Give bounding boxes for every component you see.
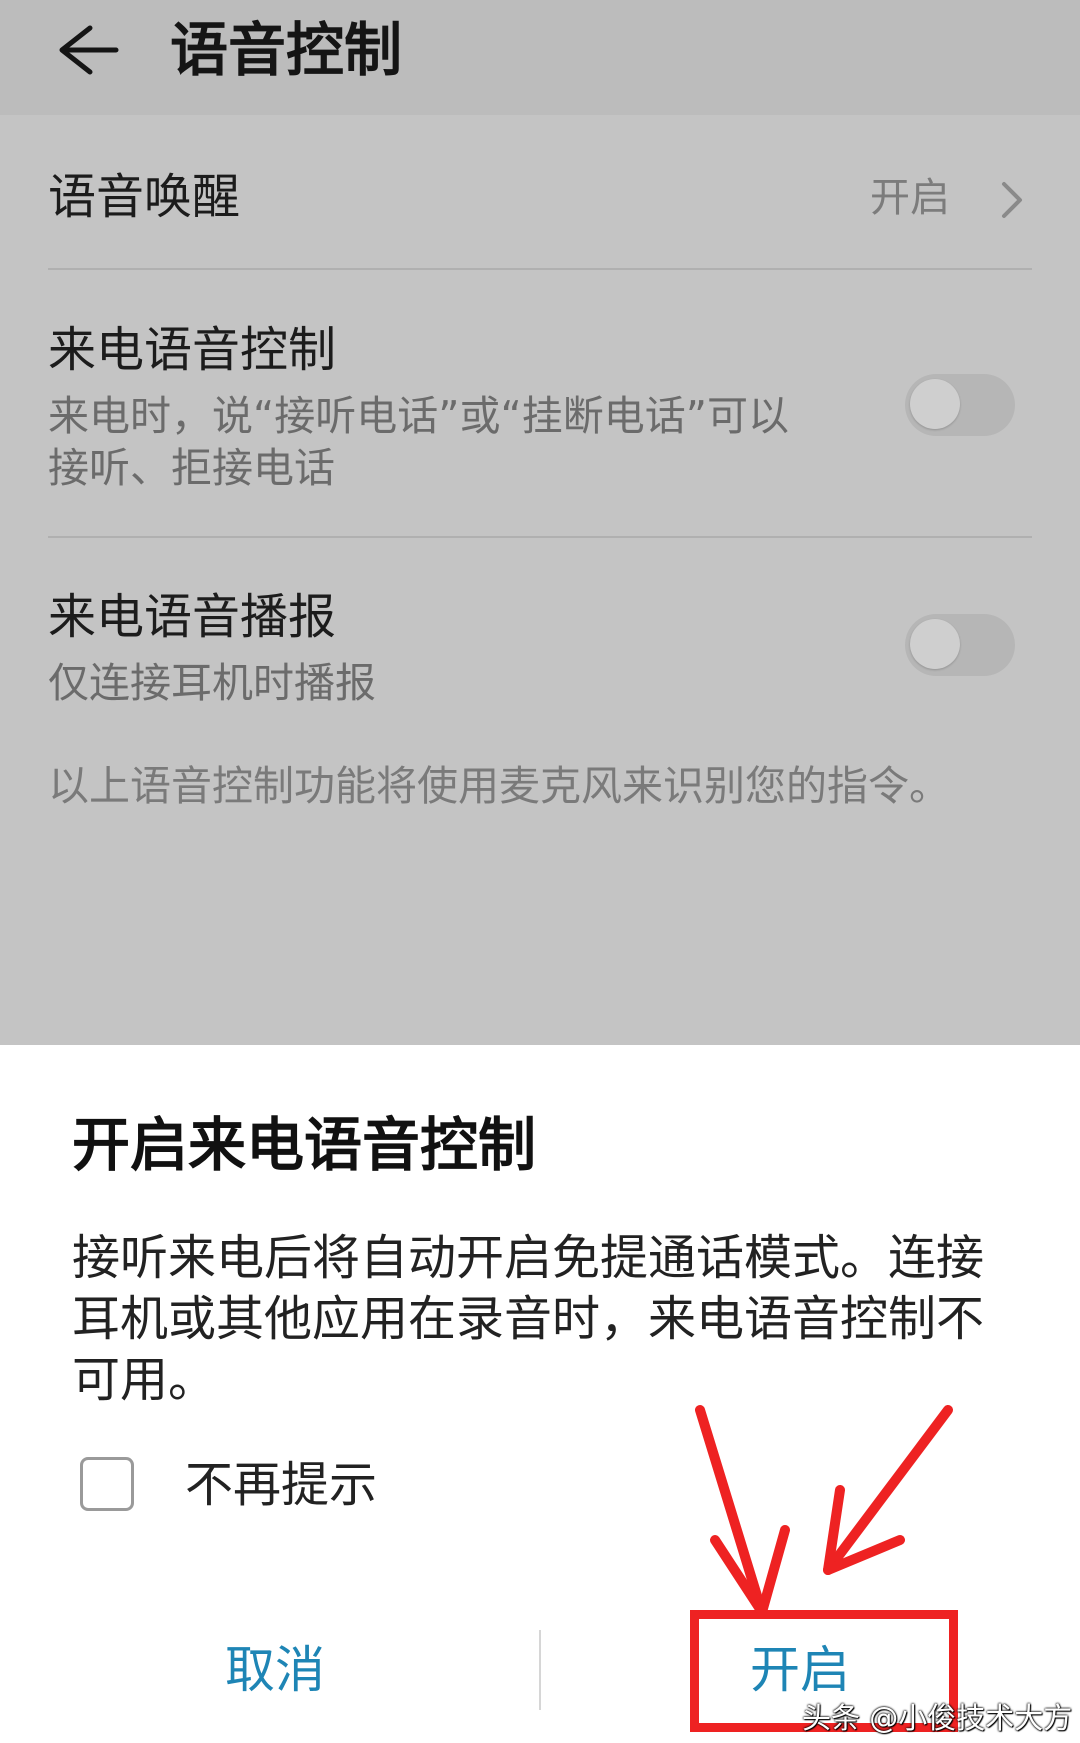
divider <box>48 536 1032 538</box>
button-divider <box>539 1630 541 1710</box>
microphone-note: 以上语音控制功能将使用麦克风来识别您的指令。 <box>48 762 950 810</box>
toggle-knob <box>910 619 960 669</box>
back-arrow-icon[interactable] <box>50 20 120 80</box>
dialog-message: 接听来电后将自动开启免提通话模式。连接耳机或其他应用在录音时，来电语音控制不可用… <box>72 1230 985 1408</box>
dont-remind-checkbox[interactable] <box>80 1457 134 1511</box>
call-control-toggle[interactable] <box>905 374 1015 436</box>
app-bar: 语音控制 <box>0 0 1080 115</box>
call-control-subtitle: 来电时，说“接听电话”或“挂断电话”可以接听、拒接电话 <box>48 392 789 492</box>
watermark: 头条 @小俊技术大方 <box>802 1701 1073 1735</box>
wake-setting-title[interactable]: 语音唤醒 <box>48 165 240 229</box>
chevron-right-icon[interactable] <box>998 178 1028 222</box>
wake-setting-value[interactable]: 开启 <box>870 170 950 226</box>
call-announce-subtitle: 仅连接耳机时播报 <box>48 659 376 707</box>
settings-background <box>0 0 1080 1045</box>
dont-remind-label[interactable]: 不再提示 <box>185 1455 377 1515</box>
call-announce-title: 来电语音播报 <box>48 589 337 645</box>
call-announce-toggle[interactable] <box>905 614 1015 676</box>
call-control-title: 来电语音控制 <box>48 322 337 378</box>
toggle-knob <box>910 379 960 429</box>
divider <box>48 268 1032 270</box>
dialog-title: 开启来电语音控制 <box>72 1111 537 1179</box>
page-title: 语音控制 <box>170 16 403 84</box>
cancel-button[interactable]: 取消 <box>125 1635 425 1705</box>
